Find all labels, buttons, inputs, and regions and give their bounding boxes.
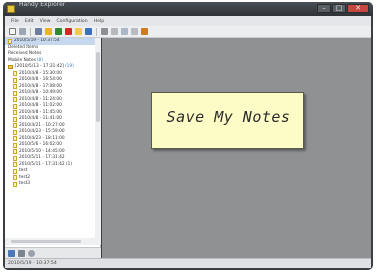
star-icon[interactable] bbox=[45, 28, 52, 35]
note-icon bbox=[13, 90, 17, 96]
app-icon bbox=[7, 5, 15, 13]
menu-bar: File Edit View Configuration Help bbox=[5, 16, 371, 26]
list-icon[interactable] bbox=[111, 28, 118, 35]
leaf-icon[interactable] bbox=[55, 28, 62, 35]
new-note-icon[interactable] bbox=[9, 28, 16, 35]
note-icon bbox=[13, 97, 17, 103]
pen-icon[interactable] bbox=[8, 249, 15, 257]
sticky-note[interactable]: Save My Notes bbox=[151, 92, 304, 149]
delete-icon[interactable] bbox=[65, 28, 72, 35]
note-icon bbox=[13, 110, 17, 116]
status-text: 2010/5/19 - 10:37:54 bbox=[8, 261, 57, 266]
minimize-button[interactable]: – bbox=[317, 4, 331, 13]
toolbar-divider bbox=[30, 27, 31, 36]
tree-item-label: test3 bbox=[19, 181, 30, 186]
check-icon[interactable] bbox=[121, 28, 128, 35]
edit-icon[interactable] bbox=[19, 28, 26, 35]
folder-icon bbox=[8, 65, 13, 70]
note-icon bbox=[13, 168, 17, 174]
image-icon[interactable] bbox=[85, 28, 92, 35]
menu-configuration[interactable]: Configuration bbox=[57, 19, 88, 24]
window-title: Handy Explorer bbox=[19, 2, 66, 8]
tree-item[interactable]: test3 bbox=[5, 181, 95, 188]
note-icon bbox=[13, 116, 17, 122]
notes-tree: 2010/5/19 - 10:37:54 Deleted Items Receive… bbox=[5, 38, 101, 247]
menu-file[interactable]: File bbox=[11, 19, 19, 24]
note-icon bbox=[13, 175, 17, 181]
note-icon bbox=[13, 77, 17, 83]
menu-edit[interactable]: Edit bbox=[25, 19, 34, 24]
note-icon bbox=[13, 84, 17, 90]
window-controls: – □ ✕ bbox=[317, 4, 369, 13]
vertical-scrollbar[interactable] bbox=[95, 38, 101, 238]
note-icon bbox=[13, 129, 17, 135]
toolbar bbox=[5, 26, 371, 38]
menu-view[interactable]: View bbox=[40, 19, 51, 24]
note-icon bbox=[13, 162, 17, 168]
note-canvas[interactable]: Save My Notes bbox=[102, 38, 371, 258]
pin-icon[interactable] bbox=[141, 28, 148, 35]
search-icon[interactable] bbox=[28, 249, 35, 257]
close-button[interactable]: ✕ bbox=[347, 4, 369, 13]
toolbar-divider bbox=[96, 27, 97, 36]
grid-view-icon[interactable] bbox=[18, 249, 25, 257]
note-icon bbox=[13, 123, 17, 129]
note-icon bbox=[13, 136, 17, 142]
note-icon bbox=[13, 103, 17, 109]
horizontal-scrollbar[interactable] bbox=[5, 238, 101, 245]
sidebar-tools bbox=[5, 247, 101, 258]
back-icon[interactable] bbox=[35, 28, 42, 35]
status-bar: 2010/5/19 - 10:37:54 bbox=[5, 258, 371, 268]
menu-help[interactable]: Help bbox=[94, 19, 104, 24]
count-badge: (19) bbox=[64, 64, 74, 69]
scroll-thumb[interactable] bbox=[96, 52, 100, 122]
note-icon bbox=[8, 38, 12, 44]
maximize-button[interactable]: □ bbox=[332, 4, 346, 13]
note-icon bbox=[13, 155, 17, 161]
note-icon bbox=[13, 181, 17, 187]
grid-icon[interactable] bbox=[101, 28, 108, 35]
app-window: Handy Explorer – □ ✕ File Edit View Conf… bbox=[3, 2, 373, 270]
note-text: Save My Notes bbox=[166, 108, 291, 126]
note-icon bbox=[13, 142, 17, 148]
title-bar[interactable]: Handy Explorer – □ ✕ bbox=[3, 2, 373, 16]
note-icon bbox=[13, 71, 17, 77]
notes-list: 2010/5/19 - 10:37:54 Deleted Items Receive… bbox=[5, 38, 95, 238]
note-icon bbox=[13, 149, 17, 155]
scroll-thumb[interactable] bbox=[11, 240, 81, 243]
undo-icon[interactable] bbox=[131, 28, 138, 35]
folder-icon[interactable] bbox=[75, 28, 82, 35]
